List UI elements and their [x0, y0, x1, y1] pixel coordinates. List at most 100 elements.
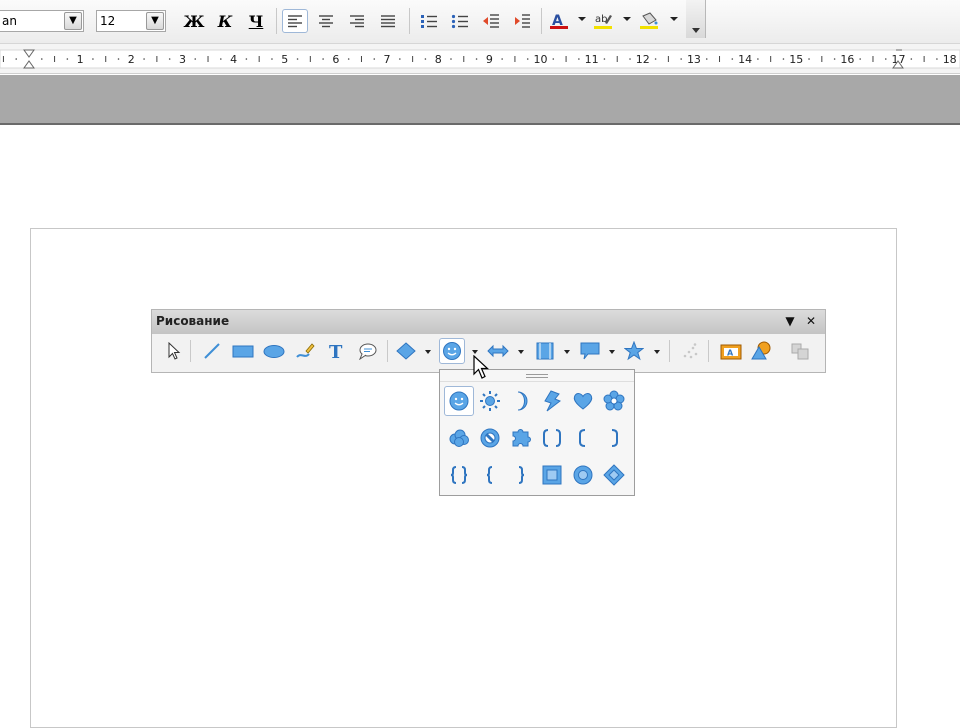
ruler-dot: [808, 58, 810, 60]
smiley-shape[interactable]: [444, 386, 474, 416]
left-bracket-shape[interactable]: [568, 423, 598, 453]
sun-shape[interactable]: [475, 386, 505, 416]
flowchart-icon: [536, 342, 554, 360]
right-brace-shape[interactable]: [506, 460, 536, 490]
font-size-combo[interactable]: 12 ▼: [96, 10, 166, 32]
ellipse-button[interactable]: [261, 338, 287, 364]
line-button[interactable]: [199, 338, 225, 364]
ruler-dot: [92, 58, 94, 60]
ruler-number: 1: [77, 53, 84, 66]
background-color-dropdown-arrow[interactable]: [670, 17, 678, 21]
document-background: [0, 75, 960, 125]
symbol-shapes-popup: [439, 369, 635, 496]
decrease-indent-button[interactable]: [478, 9, 504, 33]
callout-button[interactable]: [354, 338, 380, 364]
left-brace-shape[interactable]: [475, 460, 505, 490]
ruler-dot: [654, 58, 657, 60]
heart-icon: [573, 393, 593, 410]
toolbar-separator: [708, 340, 709, 362]
double-bracket-shape[interactable]: [537, 423, 567, 453]
select-button[interactable]: [160, 338, 186, 364]
heart-shape[interactable]: [568, 386, 598, 416]
ellipse-icon: [263, 345, 285, 358]
align-right-button[interactable]: [344, 9, 370, 33]
toolbar-separator: [276, 8, 277, 34]
cloud-shape[interactable]: [444, 423, 474, 453]
extrusion-icon: [791, 343, 809, 360]
star-icon: [624, 341, 644, 361]
block-arrows-dropdown-arrow[interactable]: [518, 350, 524, 354]
underline-label: Ч: [248, 11, 264, 31]
ruler-dot: [322, 58, 324, 60]
ruler-dot: [526, 58, 529, 60]
justify-button[interactable]: [375, 9, 401, 33]
symbol-shapes-dropdown-arrow[interactable]: [472, 350, 478, 354]
bold-button[interactable]: Ж: [181, 9, 207, 33]
flower-shape[interactable]: [599, 386, 629, 416]
puzzle-shape[interactable]: [506, 423, 536, 453]
italic-button[interactable]: К: [212, 9, 238, 33]
basic-shapes-button[interactable]: [393, 338, 419, 364]
octagon-bevel-shape[interactable]: [568, 460, 598, 490]
prohibited-shape[interactable]: [475, 423, 505, 453]
rectangle-button[interactable]: [230, 338, 256, 364]
toolbar-overflow-button[interactable]: [686, 0, 706, 38]
bullets-button[interactable]: [447, 9, 473, 33]
fontwork-icon: A: [720, 344, 742, 360]
freeform-button[interactable]: [292, 338, 318, 364]
left-bracket-icon: [579, 429, 586, 447]
basic-shapes-dropdown-arrow[interactable]: [425, 350, 431, 354]
popup-drag-handle[interactable]: [440, 370, 634, 382]
horizontal-ruler[interactable]: 1 2 3 4 5 6 7 8 9 10 11 12 13 14 15 16 17 18: [0, 44, 960, 74]
font-name-combo[interactable]: an ▼: [0, 10, 84, 32]
increase-indent-button[interactable]: [509, 9, 535, 33]
flowchart-button[interactable]: [532, 338, 558, 364]
ruler-dot: [373, 58, 376, 60]
ruler-dot: [884, 58, 887, 60]
highlight-button[interactable]: ab: [590, 9, 616, 33]
ruler-number: 3: [179, 53, 186, 66]
chevron-down-icon[interactable]: ▼: [146, 12, 164, 30]
font-color-button[interactable]: A: [546, 9, 572, 33]
ruler-number: 16: [840, 53, 854, 66]
ruler-number: 5: [281, 53, 288, 66]
background-color-button[interactable]: [636, 9, 662, 33]
smiley-icon: [443, 342, 461, 360]
moon-shape[interactable]: [506, 386, 536, 416]
lightning-shape[interactable]: [537, 386, 567, 416]
toolbar-menu-icon[interactable]: ▼: [782, 313, 798, 329]
flowchart-dropdown-arrow[interactable]: [564, 350, 570, 354]
text-button[interactable]: T: [323, 338, 349, 364]
toolbar-separator: [190, 340, 191, 362]
chevron-down-icon[interactable]: ▼: [64, 12, 82, 30]
extrusion-button[interactable]: [787, 338, 813, 364]
toolbar-separator: [387, 340, 388, 362]
from-file-button[interactable]: [748, 338, 774, 364]
fontwork-button[interactable]: A: [718, 338, 744, 364]
right-bracket-icon: [611, 429, 618, 447]
diamond-bevel-shape[interactable]: [599, 460, 629, 490]
close-icon[interactable]: ✕: [803, 313, 819, 329]
font-color-dropdown-arrow[interactable]: [578, 17, 586, 21]
align-left-button[interactable]: [282, 9, 308, 33]
points-button[interactable]: [677, 338, 703, 364]
double-brace-icon: [450, 466, 468, 484]
highlight-dropdown-arrow[interactable]: [623, 17, 631, 21]
bullet-list-icon: [451, 14, 468, 29]
stars-dropdown-arrow[interactable]: [654, 350, 660, 354]
ruler-dot: [66, 58, 69, 60]
text-icon: T: [329, 342, 343, 360]
stars-button[interactable]: [621, 338, 647, 364]
underline-button[interactable]: Ч: [243, 9, 269, 33]
ruler-dot: [347, 58, 350, 60]
numbering-button[interactable]: [416, 9, 442, 33]
drawing-toolbar-titlebar[interactable]: Рисование ▼ ✕: [152, 310, 825, 334]
symbol-shapes-button[interactable]: [439, 338, 465, 364]
right-bracket-shape[interactable]: [599, 423, 629, 453]
double-brace-shape[interactable]: [444, 460, 474, 490]
callouts-button[interactable]: [577, 338, 603, 364]
ruler-dot: [117, 58, 120, 60]
callouts-dropdown-arrow[interactable]: [609, 350, 615, 354]
align-center-button[interactable]: [313, 9, 339, 33]
square-bevel-shape[interactable]: [537, 460, 567, 490]
